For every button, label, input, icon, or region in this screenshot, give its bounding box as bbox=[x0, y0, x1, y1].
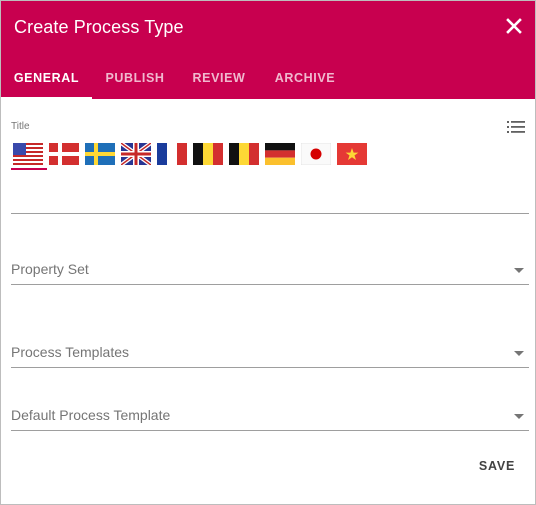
selected-language-indicator bbox=[11, 168, 47, 170]
default-process-template-select[interactable]: Default Process Template bbox=[11, 391, 529, 431]
tab-general[interactable]: GENERAL bbox=[1, 57, 92, 99]
create-process-type-dialog: Create Process Type GENERAL PUBLISH REVI… bbox=[0, 0, 536, 505]
select-underline bbox=[11, 284, 529, 285]
us-flag-icon[interactable] bbox=[13, 143, 43, 165]
process-templates-placeholder: Process Templates bbox=[11, 344, 130, 360]
tab-bar: GENERAL PUBLISH REVIEW ARCHIVE bbox=[1, 57, 535, 99]
be-flag-icon[interactable] bbox=[193, 143, 223, 165]
tab-publish[interactable]: PUBLISH bbox=[92, 57, 178, 99]
chevron-down-icon bbox=[514, 268, 524, 273]
list-icon[interactable] bbox=[506, 118, 526, 136]
tab-archive[interactable]: ARCHIVE bbox=[260, 57, 350, 99]
title-field-label: Title bbox=[11, 121, 30, 132]
chevron-down-icon bbox=[514, 414, 524, 419]
dialog-header: Create Process Type GENERAL PUBLISH REVI… bbox=[1, 1, 535, 99]
save-button[interactable]: SAVE bbox=[465, 451, 529, 481]
vn-flag-icon[interactable] bbox=[337, 143, 367, 165]
fr-flag-icon[interactable] bbox=[157, 143, 187, 165]
tab-review[interactable]: REVIEW bbox=[178, 57, 260, 99]
title-input[interactable] bbox=[11, 213, 529, 214]
chevron-down-icon bbox=[514, 351, 524, 356]
se-flag-icon[interactable] bbox=[85, 143, 115, 165]
dk-flag-icon[interactable] bbox=[49, 143, 79, 165]
select-underline bbox=[11, 430, 529, 431]
de-flag-icon[interactable] bbox=[265, 143, 295, 165]
be-flag-icon[interactable] bbox=[229, 143, 259, 165]
gb-flag-icon[interactable] bbox=[121, 143, 151, 165]
property-set-placeholder: Property Set bbox=[11, 261, 89, 277]
jp-flag-icon[interactable] bbox=[301, 143, 331, 165]
dialog-title: Create Process Type bbox=[14, 17, 184, 37]
active-tab-indicator bbox=[1, 97, 92, 99]
property-set-select[interactable]: Property Set bbox=[11, 245, 529, 285]
default-process-template-placeholder: Default Process Template bbox=[11, 407, 171, 423]
select-underline bbox=[11, 367, 529, 368]
process-templates-select[interactable]: Process Templates bbox=[11, 328, 529, 368]
close-icon[interactable] bbox=[501, 13, 527, 39]
